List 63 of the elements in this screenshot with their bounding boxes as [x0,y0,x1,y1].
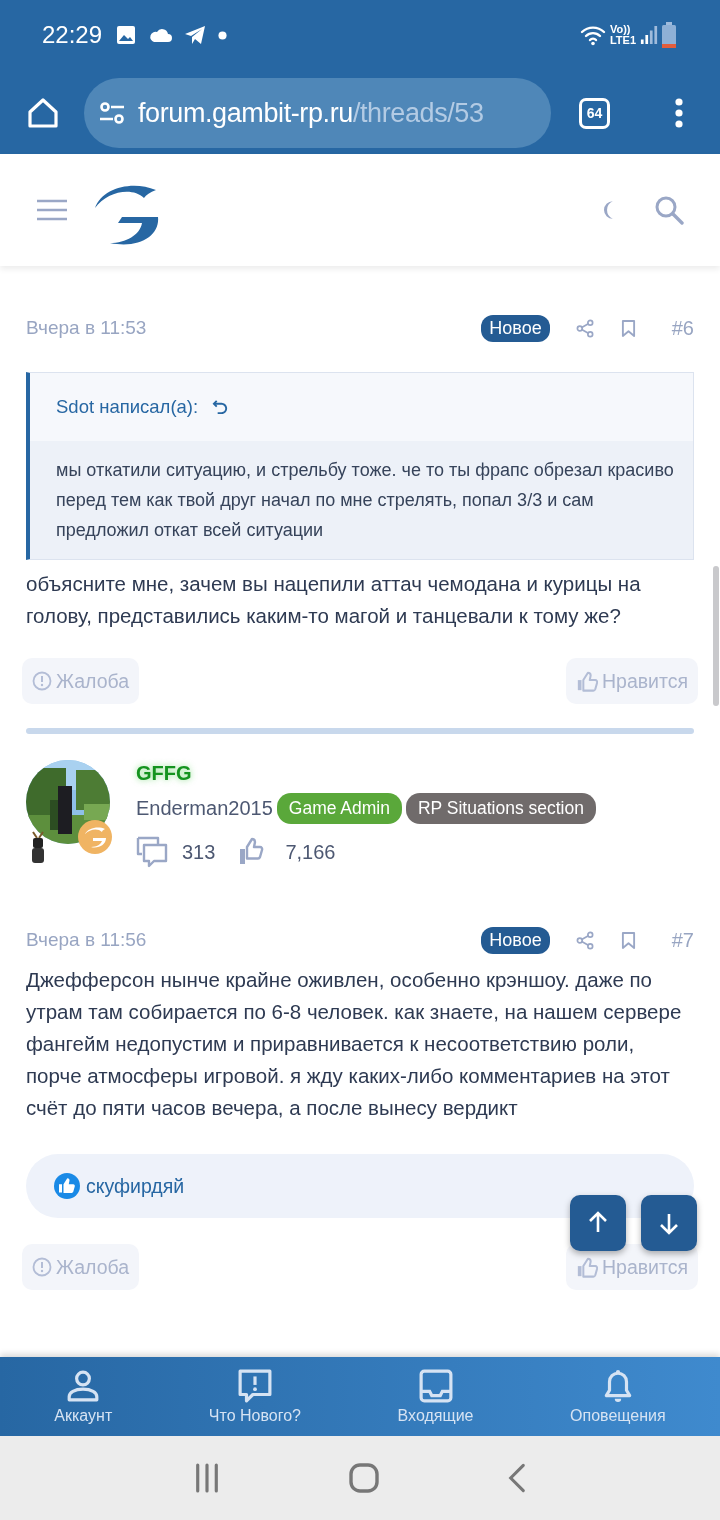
address-bar[interactable]: forum.gambit-rp.ru/threads/53 [84,78,551,148]
skull-figure-icon [30,830,46,864]
share-icon[interactable] [575,930,595,950]
nav-tab[interactable]: Оповещения [570,1368,666,1425]
nav-tab[interactable]: Входящие [397,1368,474,1425]
more-icon[interactable] [674,98,684,128]
network-label: LTE1 [609,35,636,46]
report-button[interactable]: Жалоба [22,658,140,704]
like-button[interactable]: Нравится [565,658,698,704]
user-banner: RP Situations section [405,793,596,824]
thumbs-up-icon [575,1256,598,1278]
wifi-icon [579,24,606,46]
user-title: GFFG [136,762,192,785]
clock: 22:29 [42,21,103,49]
cloud-icon [148,27,173,43]
username-link[interactable]: Enderman2015 [136,797,273,820]
post-number-link[interactable]: #7 [671,928,694,952]
post-text: объясните мне, зачем вы нацепили аттач чемодана и курицы на голову, представились каким-то магой и танцевали к тому же? [26,571,642,629]
reactor-link[interactable]: скуфирдяй [86,1174,185,1198]
exclamation-circle-icon [32,1257,52,1277]
report-button[interactable]: Жалоба [22,1244,140,1290]
nav-tab[interactable]: Аккаунт [54,1368,113,1425]
quote-author-link[interactable]: Sdot написал(а): [56,396,199,418]
like-reaction-icon [54,1173,80,1199]
home-icon[interactable] [26,96,60,130]
back-icon[interactable] [507,1463,526,1493]
user-banner: Game Admin [276,793,402,824]
thumbs-up-icon [575,670,598,692]
menu-icon[interactable] [36,198,68,222]
scroll-down-button[interactable] [641,1195,697,1251]
post-text: Джефферсон нынче крайне оживлен, особенно крэншоу. даже по утрам там собирается по 6-8 человек. как знаете, на нашем сервере фангейм недопустим и приравнивается к несоответствию роли, порче атмосферы игровой. я жду каких-либо комментариев на этот счёт до пяти часов вечера, а после вынесу вердикт [26,967,683,1121]
share-icon[interactable] [575,318,595,338]
speech-bubbles-icon [136,836,168,868]
dot-icon [218,30,228,40]
network-label: Vo)) [609,24,631,35]
post-date[interactable]: Вчера в 11:56 [26,929,147,951]
speech-bubble-exclamation-icon [237,1368,272,1403]
battery-icon [662,22,676,48]
message-count: 313 [182,840,216,864]
post-date[interactable]: Вчера в 11:53 [26,317,147,339]
post-number-link[interactable]: #6 [671,316,694,340]
new-badge: Новое [481,314,550,342]
telegram-icon [184,25,207,45]
url-text: forum.gambit-rp.ru/threads/53 [138,97,484,129]
inbox-icon [418,1368,453,1403]
bookmark-icon[interactable] [620,930,636,950]
image-icon [116,25,137,45]
reaction-score: 7,166 [285,840,336,864]
exclamation-circle-icon [32,671,52,691]
logo-badge-icon [78,820,112,854]
jump-arrow-icon[interactable] [212,398,230,416]
site-settings-icon [98,101,126,125]
recent-apps-icon[interactable] [194,1462,221,1494]
signal-icon [640,24,658,46]
bookmark-icon[interactable] [620,318,636,338]
new-badge: Новое [481,926,550,954]
tab-count-button[interactable]: 64 [579,97,610,129]
account-icon [66,1368,101,1403]
home-button-icon[interactable] [349,1463,379,1493]
search-icon[interactable] [654,195,684,225]
nav-tab[interactable]: Что Нового? [208,1368,301,1425]
quote-text: мы откатили ситуацию, и стрельбу тоже. че то ты фрапс обрезал красиво перед тем как твой друг начал по мне стрелять, попал 3/3 и сам предложил откат всей ситуации [56,459,675,542]
scroll-up-button[interactable] [570,1195,626,1251]
